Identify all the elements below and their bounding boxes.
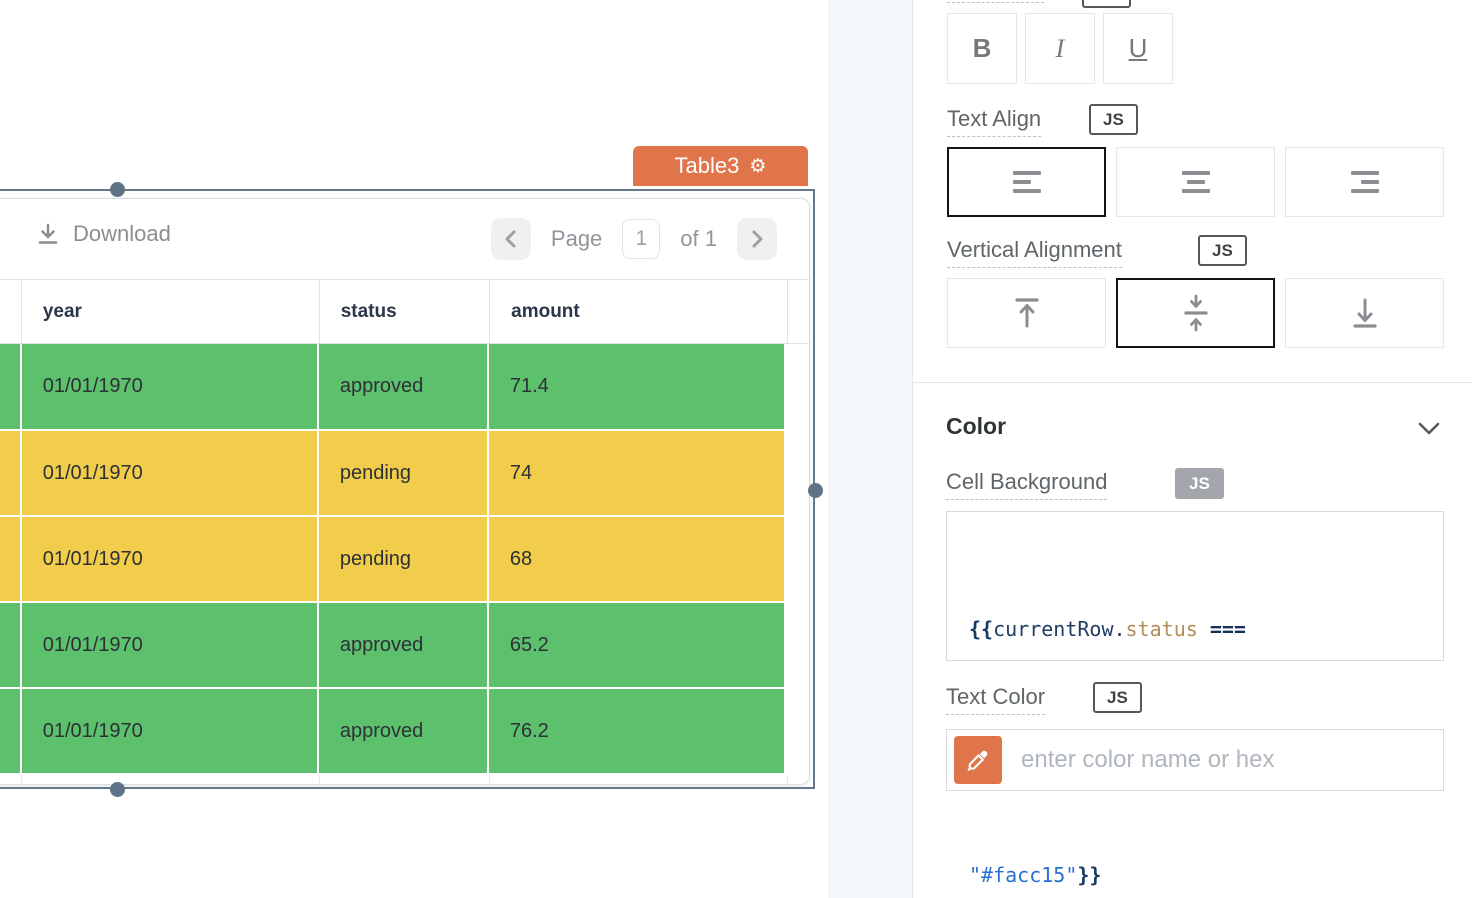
underline-button[interactable]: U xyxy=(1103,13,1173,84)
header-cell-year[interactable]: year xyxy=(22,280,320,343)
pagination: Page of 1 xyxy=(491,218,777,260)
align-right-icon xyxy=(1351,171,1379,193)
widget-tag-label: Table3 xyxy=(675,153,740,179)
table-row[interactable]: 01/01/1970 approved 71.4 xyxy=(0,343,809,429)
text-color-label[interactable]: Text Color xyxy=(946,684,1045,715)
emphasis-label[interactable]: Emphasis xyxy=(947,0,1044,3)
cell-status[interactable]: approved xyxy=(319,689,489,773)
valign-top-button[interactable] xyxy=(947,278,1106,348)
valign-center-icon xyxy=(1178,292,1214,334)
canvas-gutter xyxy=(828,0,912,898)
table-row[interactable]: 01/01/1970 approved 65.2 xyxy=(0,601,809,687)
cell-year[interactable]: 01/01/1970 xyxy=(22,517,319,601)
editor-canvas[interactable]: Table3 ⚙ Download xyxy=(0,0,828,898)
align-left-icon xyxy=(1013,171,1041,193)
resize-handle-top[interactable] xyxy=(110,182,125,197)
resize-handle-bottom[interactable] xyxy=(110,782,125,797)
cell-background-js-toggle[interactable]: JS xyxy=(1175,468,1224,499)
bold-button[interactable]: B xyxy=(947,13,1017,84)
next-page-button[interactable] xyxy=(737,218,777,260)
cell-amount[interactable]: 68 xyxy=(489,517,786,601)
eyedropper-icon xyxy=(965,747,991,773)
cell-amount[interactable]: 71.4 xyxy=(489,344,786,429)
valign-bottom-button[interactable] xyxy=(1285,278,1444,348)
header-cell-spacer xyxy=(0,280,22,343)
app-window: Table3 ⚙ Download xyxy=(0,0,1472,898)
table-row[interactable]: 01/01/1970 pending 74 xyxy=(0,429,809,515)
header-cell-status[interactable]: status xyxy=(320,280,490,343)
cell-status[interactable]: approved xyxy=(319,344,489,429)
color-picker-swatch[interactable] xyxy=(954,736,1002,784)
cell-year[interactable]: 01/01/1970 xyxy=(22,344,319,429)
download-button[interactable]: Download xyxy=(36,221,171,247)
chevron-down-icon[interactable] xyxy=(1414,419,1444,439)
widget-tag-table3[interactable]: Table3 ⚙ xyxy=(633,146,808,186)
code-line: {{currentRow.status === xyxy=(969,609,1421,650)
valign-bottom-icon xyxy=(1347,294,1383,332)
prev-page-button[interactable] xyxy=(491,218,531,260)
valign-top-icon xyxy=(1009,294,1045,332)
bold-icon: B xyxy=(973,33,992,64)
color-section-title: Color xyxy=(946,413,1006,440)
underline-icon: U xyxy=(1129,33,1148,64)
resize-handle-right[interactable] xyxy=(808,483,823,498)
text-color-js-toggle[interactable]: JS xyxy=(1093,682,1142,713)
align-center-button[interactable] xyxy=(1116,147,1275,217)
page-number-input[interactable] xyxy=(622,219,660,259)
download-icon xyxy=(36,222,60,246)
vertical-alignment-label[interactable]: Vertical Alignment xyxy=(947,237,1122,268)
align-center-icon xyxy=(1182,171,1210,193)
table-row[interactable]: 01/01/1970 pending 68 xyxy=(0,515,809,601)
valign-center-button[interactable] xyxy=(1116,278,1275,348)
italic-icon: I xyxy=(1056,34,1065,64)
cell-background-label[interactable]: Cell Background xyxy=(946,469,1107,500)
table-row[interactable]: 01/01/1970 approved 76.2 xyxy=(0,687,809,773)
chevron-right-icon xyxy=(749,229,765,249)
gear-icon[interactable]: ⚙ xyxy=(749,157,766,176)
chevron-left-icon xyxy=(503,229,519,249)
text-align-label[interactable]: Text Align xyxy=(947,106,1041,137)
cell-status[interactable]: pending xyxy=(319,517,489,601)
italic-button[interactable]: I xyxy=(1025,13,1095,84)
text-color-input[interactable] xyxy=(1002,746,1443,774)
cell-status[interactable]: pending xyxy=(319,431,489,515)
table-grid: year status amount 01/01/1970 approved 7… xyxy=(0,279,809,785)
page-of-label: of 1 xyxy=(680,226,717,252)
header-cell-amount[interactable]: amount xyxy=(490,280,788,343)
cell-background-code-editor[interactable]: {{currentRow.status === "approved" ? "#2… xyxy=(946,511,1444,661)
cell-year[interactable]: 01/01/1970 xyxy=(22,689,319,773)
cell-amount[interactable]: 76.2 xyxy=(489,689,786,773)
cell-year[interactable]: 01/01/1970 xyxy=(22,603,319,687)
align-right-button[interactable] xyxy=(1285,147,1444,217)
cell-amount[interactable]: 74 xyxy=(489,431,786,515)
vertical-alignment-js-toggle[interactable]: JS xyxy=(1198,235,1247,266)
emphasis-js-toggle[interactable]: JS xyxy=(1082,0,1131,8)
align-left-button[interactable] xyxy=(947,147,1106,217)
panel-section-divider xyxy=(912,382,1472,383)
cell-amount[interactable]: 65.2 xyxy=(489,603,786,687)
download-label: Download xyxy=(73,221,171,247)
header-cell-gutter xyxy=(788,280,809,343)
code-line: "#facc15"}} xyxy=(969,855,1421,896)
page-label: Page xyxy=(551,226,602,252)
cell-year[interactable]: 01/01/1970 xyxy=(22,431,319,515)
text-color-input-group xyxy=(946,729,1444,791)
table-toolbar: Download Page of 1 xyxy=(0,199,809,279)
cell-status[interactable]: approved xyxy=(319,603,489,687)
table-header-row: year status amount xyxy=(0,280,809,343)
table-widget[interactable]: Download Page of 1 xyxy=(0,198,810,785)
text-align-js-toggle[interactable]: JS xyxy=(1089,104,1138,135)
